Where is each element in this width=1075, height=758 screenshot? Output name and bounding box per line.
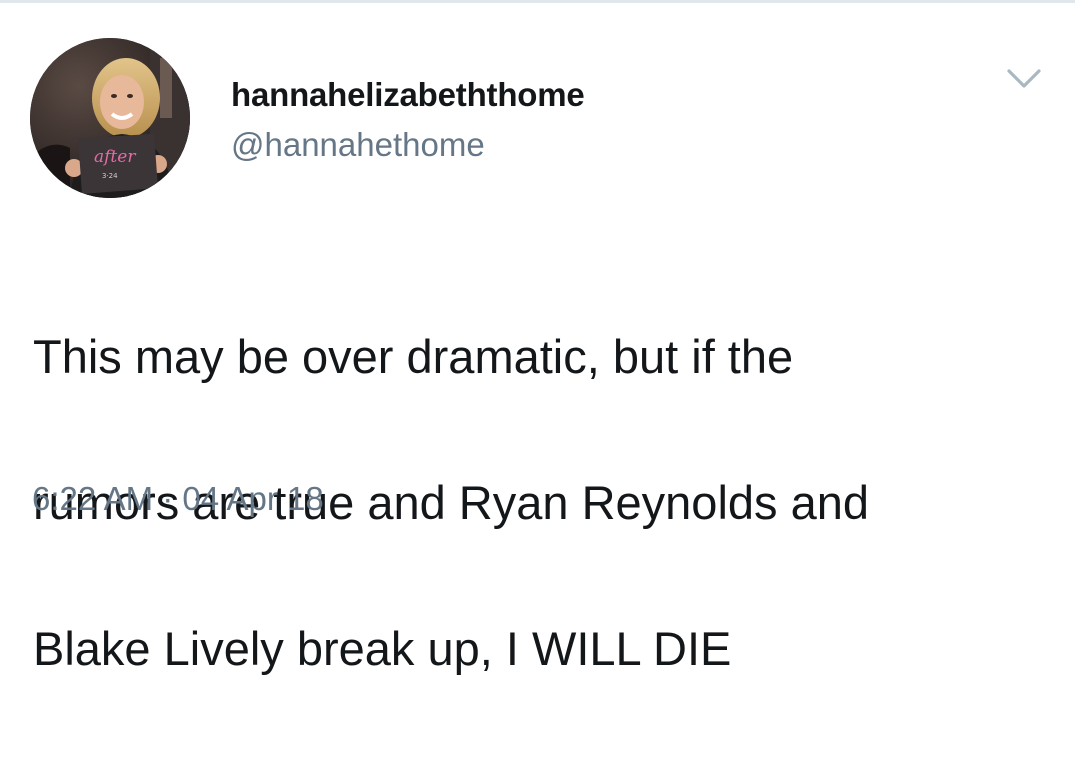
tweet-text-line: Blake Lively break up, I WILL DIE [33,622,732,675]
tweet-timestamp[interactable]: 6:22 AM · 04 Apr 18 [32,480,324,518]
author-handle[interactable]: @hannahethome [231,126,485,164]
avatar[interactable]: after 3·24 [30,38,190,198]
chevron-down-icon [1007,69,1041,88]
author-display-name[interactable]: hannahelizabeththome [231,76,585,114]
avatar-sign-text: after [94,147,136,167]
avatar-photo: after 3·24 [30,38,190,198]
tweet-menu-button[interactable] [1006,66,1042,92]
top-divider [0,0,1075,3]
svg-text:3·24: 3·24 [102,172,118,180]
tweet-text-line: This may be over dramatic, but if the [33,330,794,383]
